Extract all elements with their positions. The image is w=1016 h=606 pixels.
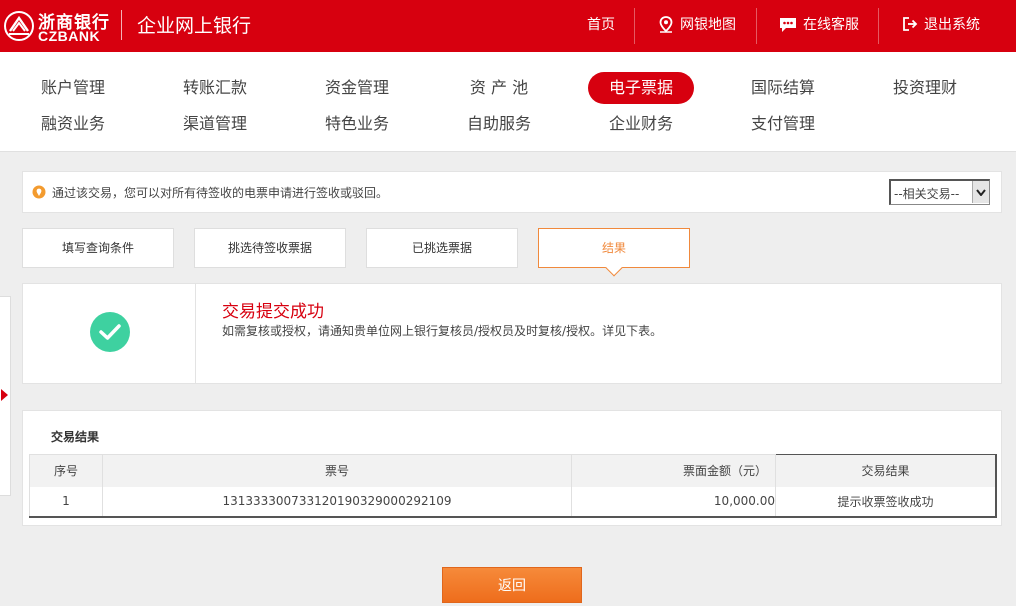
menu-item-asset-pool[interactable]: 资 产 池 xyxy=(446,72,552,104)
logout-label: 退出系统 xyxy=(924,17,980,33)
result-panel: 交易结果 序号 票号 票面金额（元） 交易结果 1 13133330073312… xyxy=(22,410,1002,526)
online-service-link[interactable]: 在线客服 xyxy=(779,14,859,34)
czbank-logo-icon xyxy=(4,11,34,41)
menu-item-e-bill[interactable]: 电子票据 xyxy=(588,72,694,104)
table-row: 1 131333300733120190329000292109 10,000.… xyxy=(29,486,997,517)
success-panel: 交易提交成功 如需复核或授权，请通知贵单位网上银行复核员/授权员及时复核/授权。… xyxy=(22,283,1002,384)
menu-item-investment[interactable]: 投资理财 xyxy=(872,72,978,104)
step-result-label: 结果 xyxy=(601,241,626,255)
side-panel-toggle[interactable] xyxy=(0,296,11,496)
column-header-result: 交易结果 xyxy=(775,454,997,487)
menu-item-payment[interactable]: 支付管理 xyxy=(730,108,836,140)
success-icon-area xyxy=(23,284,196,383)
step-select-bills[interactable]: 挑选待签收票据 xyxy=(194,228,346,268)
cell-result: 提示收票签收成功 xyxy=(775,486,997,517)
top-nav-divider xyxy=(634,8,635,44)
site-map-label: 网银地图 xyxy=(680,17,736,33)
expand-arrow-icon xyxy=(1,389,8,401)
menu-item-channel[interactable]: 渠道管理 xyxy=(162,108,268,140)
logout-link[interactable]: 退出系统 xyxy=(902,14,980,34)
result-table: 序号 票号 票面金额（元） 交易结果 1 1313333007331201903… xyxy=(29,454,997,518)
success-check-icon xyxy=(90,312,130,352)
chat-bubble-icon xyxy=(780,17,796,32)
bank-logo[interactable]: 浙商银行 CZBANK xyxy=(4,7,114,45)
cell-bill-no: 131333300733120190329000292109 xyxy=(102,486,572,517)
cell-seq: 1 xyxy=(29,486,103,517)
column-header-seq: 序号 xyxy=(29,454,103,487)
step-result[interactable]: 结果 xyxy=(538,228,690,277)
cell-amount: 10,000.00 xyxy=(571,486,776,517)
menu-item-transfer[interactable]: 转账汇款 xyxy=(162,72,268,104)
back-button[interactable]: 返回 xyxy=(442,567,582,603)
menu-item-featured[interactable]: 特色业务 xyxy=(304,108,410,140)
menu-item-intl-settlement[interactable]: 国际结算 xyxy=(730,72,836,104)
logo-divider xyxy=(121,10,122,40)
notice-bar: 通过该交易，您可以对所有待签收的电票申请进行签收或驳回。 --相关交易-- xyxy=(22,171,1002,213)
home-link-label: 首页 xyxy=(587,17,615,33)
chevron-down-icon[interactable] xyxy=(972,181,989,203)
main-menu: 账户管理 转账汇款 资金管理 资 产 池 电子票据 国际结算 投资理财 融资业务… xyxy=(0,52,1016,152)
success-description: 如需复核或授权，请通知贵单位网上银行复核员/授权员及时复核/授权。详见下表。 xyxy=(222,324,663,338)
related-transactions-select[interactable]: --相关交易-- xyxy=(889,179,990,205)
step-selected-bills[interactable]: 已挑选票据 xyxy=(366,228,518,268)
location-pin-icon xyxy=(659,15,673,33)
top-bar: 浙商银行 CZBANK 企业网上银行 首页 网银地图 在线客服 退出系统 xyxy=(0,0,1016,52)
related-select-value: --相关交易-- xyxy=(894,187,960,201)
notice-text: 通过该交易，您可以对所有待签收的电票申请进行签收或驳回。 xyxy=(52,186,389,200)
menu-item-financing[interactable]: 融资业务 xyxy=(20,108,126,140)
menu-item-corporate-finance[interactable]: 企业财务 xyxy=(588,108,694,140)
online-service-label: 在线客服 xyxy=(803,17,859,33)
step-query-conditions[interactable]: 填写查询条件 xyxy=(22,228,174,268)
menu-item-account[interactable]: 账户管理 xyxy=(20,72,126,104)
menu-item-fund[interactable]: 资金管理 xyxy=(304,72,410,104)
column-header-amount: 票面金额（元） xyxy=(571,454,776,487)
home-link[interactable]: 首页 xyxy=(587,14,615,34)
column-header-bill-no: 票号 xyxy=(102,454,572,487)
logout-icon xyxy=(903,17,918,31)
success-title: 交易提交成功 xyxy=(222,302,324,322)
menu-item-self-service[interactable]: 自助服务 xyxy=(446,108,552,140)
top-nav-divider xyxy=(756,8,757,44)
active-step-pointer xyxy=(605,259,623,277)
site-map-link[interactable]: 网银地图 xyxy=(658,14,736,34)
result-title: 交易结果 xyxy=(51,430,100,444)
top-nav-divider xyxy=(878,8,879,44)
brand-name-en: CZBANK xyxy=(38,28,101,44)
app-title: 企业网上银行 xyxy=(137,15,252,37)
info-pin-icon xyxy=(32,185,46,199)
